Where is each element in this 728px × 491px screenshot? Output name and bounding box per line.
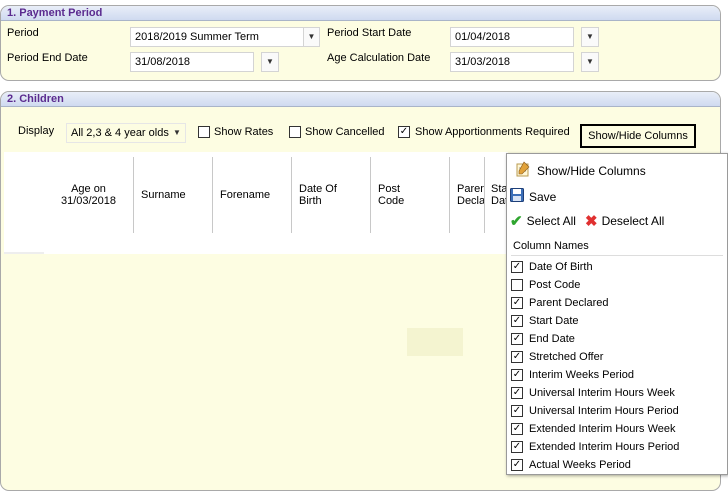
dropdown-arrow-icon[interactable]: ▼ <box>303 28 319 46</box>
period-end-date-field[interactable]: 31/08/2018 <box>130 52 254 72</box>
show-apportionments-label[interactable]: Show Apportionments Required <box>415 126 570 138</box>
column-toggle-label: Universal Interim Hours Period <box>529 405 679 417</box>
loading-placeholder <box>407 328 463 356</box>
popup-divider <box>511 255 723 256</box>
column-toggle-row[interactable]: ✓ Extended Interim Hours Period <box>511 438 679 456</box>
forename-header-label: Forename <box>220 189 271 201</box>
column-toggle-label: Universal Interim Hours Week <box>529 387 675 399</box>
column-toggle-checkbox[interactable]: ✓ <box>511 333 523 345</box>
column-toggle-label: Start Date <box>529 315 579 327</box>
save-button[interactable]: Save <box>510 188 556 205</box>
show-cancelled-checkbox[interactable] <box>289 126 301 138</box>
payment-period-header: 1. Payment Period <box>1 6 720 21</box>
column-toggle-checkbox[interactable]: ✓ <box>511 459 523 471</box>
payment-period-panel: 1. Payment Period <box>0 5 721 81</box>
column-header-age[interactable]: Age on 31/03/2018 <box>44 157 134 233</box>
column-header-forename[interactable]: Forename <box>213 157 292 233</box>
column-names-header: Column Names <box>513 240 589 252</box>
deselect-all-label: Deselect All <box>601 214 665 228</box>
column-toggle-row[interactable]: Post Code <box>511 276 580 294</box>
column-toggle-label: Actual Weeks Period <box>529 459 631 471</box>
column-toggle-row[interactable]: ✓ Universal Interim Hours Period <box>511 402 679 420</box>
column-header-start-date[interactable]: StartDate <box>485 157 507 233</box>
parent-header-line2: Declared <box>457 195 485 207</box>
column-toggle-row[interactable]: ✓ Universal Interim Hours Week <box>511 384 675 402</box>
show-apportionments-checkbox[interactable]: ✓ <box>398 126 410 138</box>
show-rates-label[interactable]: Show Rates <box>214 126 273 138</box>
show-cancelled-label[interactable]: Show Cancelled <box>305 126 385 138</box>
column-toggle-label: Post Code <box>529 279 581 291</box>
dropdown-arrow-icon[interactable]: ▼ <box>169 124 185 142</box>
column-header-parent-declared[interactable]: ParentDeclared <box>450 157 485 233</box>
column-toggle-row[interactable]: ✓ Parent Declared <box>511 294 609 312</box>
column-toggle-row[interactable]: ✓ End Date <box>511 330 575 348</box>
column-header-dob[interactable]: Date Of Birth <box>292 157 371 233</box>
column-toggle-row[interactable]: ✓ Actual Weeks Period <box>511 456 631 474</box>
select-all-button[interactable]: ✔ Select All <box>510 212 576 230</box>
start-header-line1: Start <box>491 183 507 195</box>
green-check-icon: ✔ <box>510 213 523 230</box>
popup-title: Show/Hide Columns <box>515 161 646 180</box>
column-toggle-row[interactable]: ✓ Extended Interim Hours Week <box>511 420 676 438</box>
children-header: 2. Children <box>1 92 720 107</box>
column-toggle-label: Extended Interim Hours Period <box>529 441 680 453</box>
column-toggle-label: Parent Declared <box>529 297 609 309</box>
column-toggle-label: Stretched Offer <box>529 351 604 363</box>
surname-header-label: Surname <box>141 189 186 201</box>
select-all-label: Select All <box>526 214 576 228</box>
column-header-surname[interactable]: Surname <box>134 157 213 233</box>
column-toggle-checkbox[interactable]: ✓ <box>511 297 523 309</box>
post-header-line2: Code <box>378 195 405 207</box>
deselect-all-button[interactable]: ✖ Deselect All <box>585 212 664 230</box>
calendar-dropdown-icon[interactable]: ▼ <box>581 52 599 72</box>
period-label: Period <box>7 27 39 39</box>
column-toggle-row[interactable]: ✓ Interim Weeks Period <box>511 366 634 384</box>
column-toggle-label: End Date <box>529 333 575 345</box>
column-toggle-checkbox[interactable]: ✓ <box>511 351 523 363</box>
show-hide-columns-button[interactable]: Show/Hide Columns <box>580 124 696 148</box>
age-header-line1: Age on <box>71 183 106 195</box>
period-select[interactable]: 2018/2019 Summer Term ▼ <box>130 27 320 47</box>
column-header-postcode[interactable]: Post Code <box>371 157 450 233</box>
display-select-value: All 2,3 & 4 year olds <box>71 127 169 139</box>
column-toggle-label: Date Of Birth <box>529 261 593 273</box>
parent-header-line1: Parent <box>457 183 484 195</box>
grid-scroll-filler <box>4 252 44 254</box>
calendar-dropdown-icon[interactable]: ▼ <box>261 52 279 72</box>
column-toggle-checkbox[interactable]: ✓ <box>511 387 523 399</box>
period-start-date-field[interactable]: 01/04/2018 <box>450 27 574 47</box>
show-hide-columns-popup: Show/Hide Columns Save ✔ Select All ✖ De… <box>506 153 728 475</box>
period-end-label: Period End Date <box>7 52 88 64</box>
floppy-disk-icon <box>510 188 524 205</box>
popup-title-text: Show/Hide Columns <box>537 163 646 178</box>
age-header-line2: 31/03/2018 <box>60 195 117 207</box>
save-label: Save <box>529 189 557 204</box>
calendar-dropdown-icon[interactable]: ▼ <box>581 27 599 47</box>
start-header-line2: Date <box>491 195 507 207</box>
column-toggle-label: Interim Weeks Period <box>529 369 634 381</box>
dob-header-line2: Birth <box>299 195 322 207</box>
column-toggle-checkbox[interactable]: ✓ <box>511 261 523 273</box>
post-header-line1: Post <box>378 183 401 195</box>
edit-icon <box>515 161 531 180</box>
column-toggle-checkbox[interactable]: ✓ <box>511 405 523 417</box>
column-toggle-checkbox[interactable]: ✓ <box>511 369 523 381</box>
display-label: Display <box>18 125 55 137</box>
column-toggle-checkbox[interactable]: ✓ <box>511 315 523 327</box>
period-select-value: 2018/2019 Summer Term <box>135 31 259 43</box>
age-calc-label: Age Calculation Date <box>327 52 431 64</box>
column-toggle-row[interactable]: ✓ Date Of Birth <box>511 258 593 276</box>
display-select[interactable]: All 2,3 & 4 year olds ▼ <box>66 123 186 143</box>
column-toggle-label: Extended Interim Hours Week <box>529 423 676 435</box>
period-start-label: Period Start Date <box>327 27 412 39</box>
dob-header-line1: Date Of <box>299 183 337 195</box>
column-toggle-checkbox[interactable]: ✓ <box>511 441 523 453</box>
red-x-icon: ✖ <box>585 213 598 230</box>
column-toggle-checkbox[interactable]: ✓ <box>511 423 523 435</box>
column-toggle-row[interactable]: ✓ Stretched Offer <box>511 348 603 366</box>
column-toggle-checkbox[interactable] <box>511 279 523 291</box>
age-calc-date-field[interactable]: 31/03/2018 <box>450 52 574 72</box>
column-toggle-row[interactable]: ✓ Start Date <box>511 312 579 330</box>
show-rates-checkbox[interactable] <box>198 126 210 138</box>
